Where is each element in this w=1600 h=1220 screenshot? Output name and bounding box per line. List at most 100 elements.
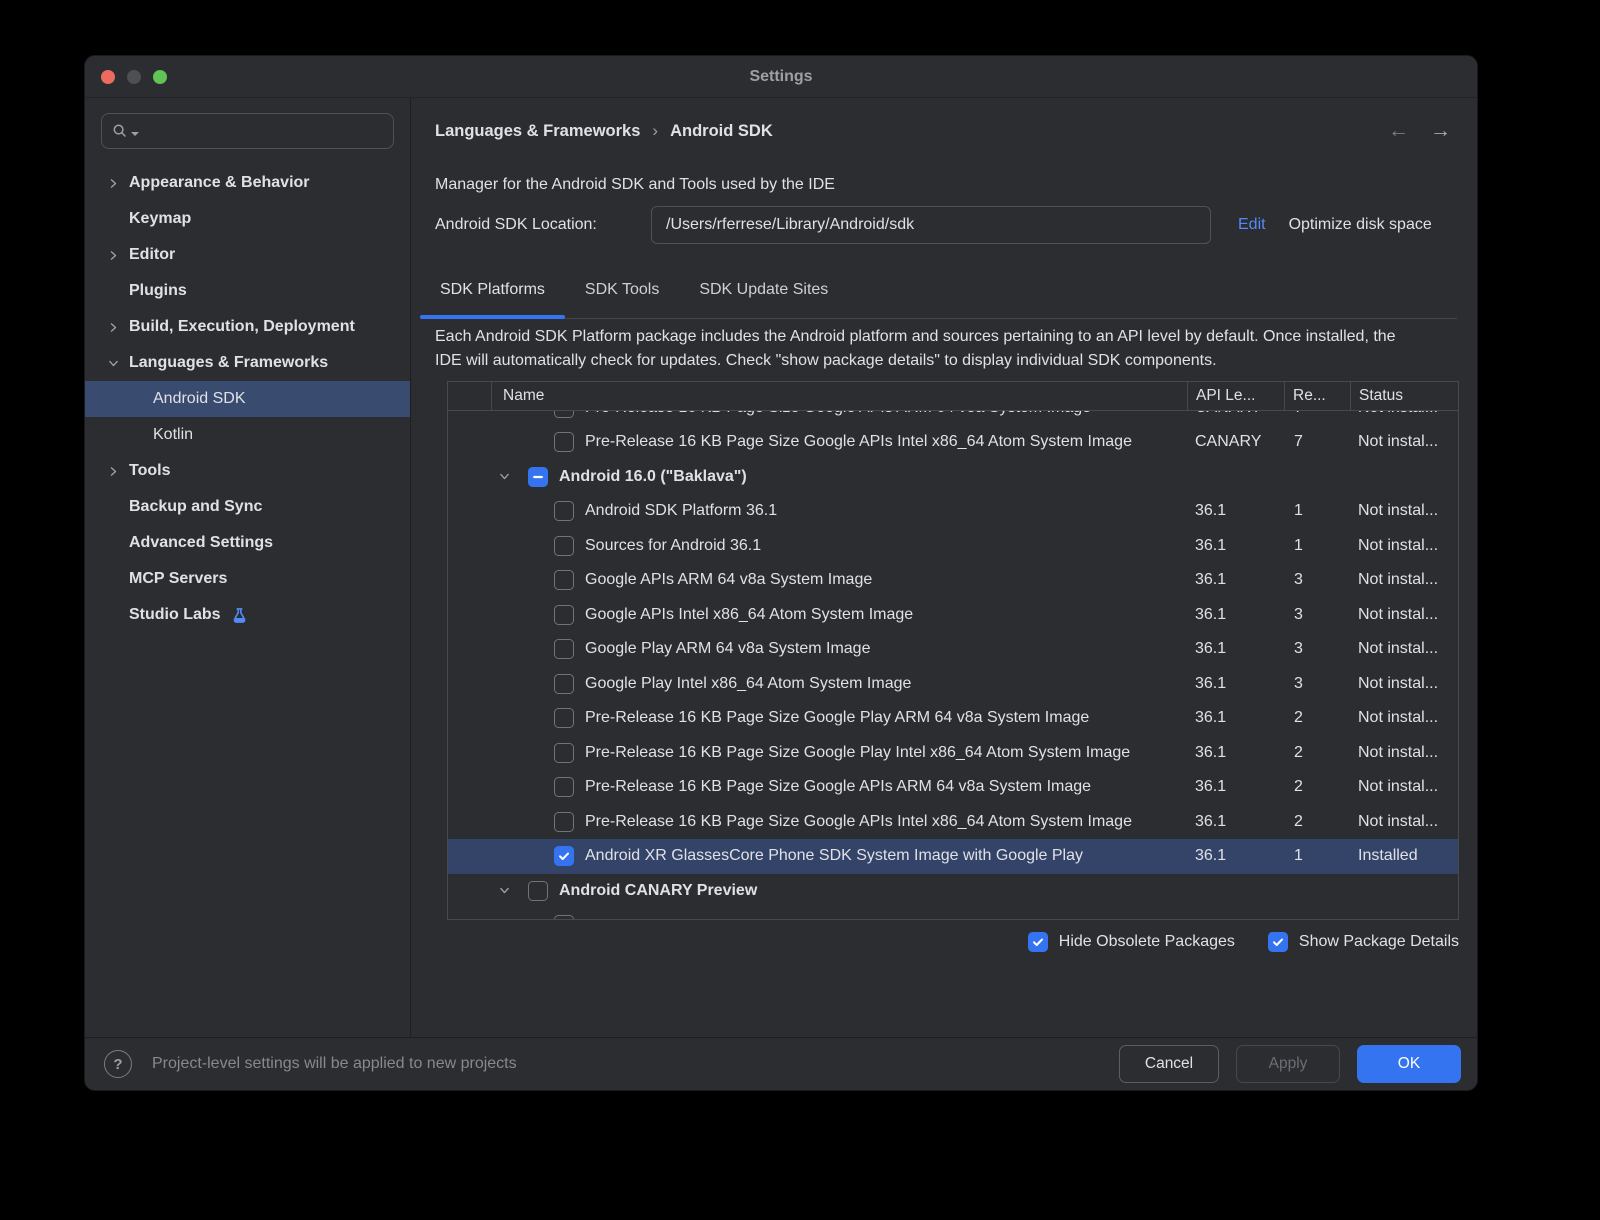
cell-name: Pre-Release 16 KB Page Size Google APIs … (448, 812, 1187, 832)
checkbox-unchecked[interactable] (554, 743, 574, 763)
sidebar-item-label: Plugins (129, 282, 187, 300)
checkbox-unchecked[interactable] (554, 432, 574, 452)
table-row-pre-release-16-kb-page-size-google-apis-intel-x86-64-atom-system-image[interactable]: Pre-Release 16 KB Page Size Google APIs … (448, 805, 1458, 840)
cell-api-level: 36.1 (1187, 502, 1284, 520)
package-name: Sources for Android 36.1 (585, 537, 761, 555)
sidebar-item-tools[interactable]: Tools (85, 453, 410, 489)
sidebar-item-editor[interactable]: Editor (85, 237, 410, 273)
optimize-disk-space-link[interactable]: Optimize disk space (1289, 216, 1432, 234)
cancel-button[interactable]: Cancel (1119, 1045, 1219, 1083)
help-icon[interactable]: ? (104, 1050, 132, 1078)
package-name: Pre-Release 16 KB Page Size Google APIs … (585, 778, 1091, 796)
table-row-google-apis-intel-x86-64-atom-system-image[interactable]: Google APIs Intel x86_64 Atom System Ima… (448, 598, 1458, 633)
sidebar-item-plugins[interactable]: Plugins (85, 273, 410, 309)
settings-tree: Appearance & BehaviorKeymapEditor Plugins… (85, 165, 410, 633)
package-name: Google APIs ARM 64 v8a System Image (585, 571, 872, 589)
cell-revision: 7 (1284, 433, 1350, 451)
checkbox-unchecked[interactable] (554, 570, 574, 590)
table-row-sources-for-android-36-1[interactable]: Sources for Android 36.136.11Not instal.… (448, 529, 1458, 564)
sdk-location-field[interactable]: /Users/rferrese/Library/Android/sdk (651, 206, 1211, 244)
checkbox-unchecked[interactable] (554, 674, 574, 694)
table-row-pre-release-16-kb-page-size-google-play-arm-64-v8a-system-image[interactable]: Pre-Release 16 KB Page Size Google Play … (448, 701, 1458, 736)
sidebar-item-android-sdk[interactable]: Android SDK (85, 381, 410, 417)
table-row-pre-release-16-kb-page-size-google-apis-arm-64-v8a-system-image[interactable]: Pre-Release 16 KB Page Size Google APIs … (448, 411, 1458, 425)
checkbox-checked[interactable] (1268, 932, 1288, 952)
checkbox-checked[interactable] (554, 846, 574, 866)
table-row-pre-release-16-kb-page-size-google-play-intel-x86-64-atom-system-image[interactable]: Pre-Release 16 KB Page Size Google Play … (448, 736, 1458, 771)
breadcrumb-parent[interactable]: Languages & Frameworks (435, 122, 640, 141)
checkbox-indeterminate[interactable] (528, 467, 548, 487)
chevron-down-icon[interactable] (106, 356, 120, 370)
table-row-pre-release-16-kb-page-size-google-apis-arm-64-v8a-system-image[interactable]: Pre-Release 16 KB Page Size Google APIs … (448, 770, 1458, 805)
package-name: Google Play Intel x86_64 Atom System Ima… (585, 675, 911, 693)
checkbox-unchecked[interactable] (554, 605, 574, 625)
sidebar-item-label: Android SDK (153, 390, 246, 408)
search-filter-caret-icon[interactable] (131, 132, 139, 136)
table-row-android-sdk-platform-36-1[interactable]: Android SDK Platform 36.136.11Not instal… (448, 494, 1458, 529)
chevron-down-icon[interactable] (498, 470, 512, 483)
table-row-google-play-intel-x86-64-atom-system-image[interactable]: Google Play Intel x86_64 Atom System Ima… (448, 667, 1458, 702)
checkbox-unchecked[interactable] (554, 708, 574, 728)
edit-link[interactable]: Edit (1238, 216, 1266, 234)
zoom-window-button[interactable] (153, 70, 167, 84)
minimize-window-button[interactable] (127, 70, 141, 84)
sidebar-item-build-execution-deployment[interactable]: Build, Execution, Deployment (85, 309, 410, 345)
cell-name: Pre-Release 16 KB Page Size Google Play … (448, 743, 1187, 763)
table-row-android-16-0-baklava[interactable]: Android 16.0 ("Baklava") (448, 460, 1458, 495)
sidebar-item-keymap[interactable]: Keymap (85, 201, 410, 237)
chevron-spacer (130, 392, 144, 406)
table-row-google-play-arm-64-v8a-system-image[interactable]: Google Play ARM 64 v8a System Image36.13… (448, 632, 1458, 667)
settings-search-input[interactable] (101, 113, 394, 149)
cell-status: Not instal... (1350, 778, 1458, 796)
package-name: Android CANARY Preview (559, 882, 757, 900)
chevron-spacer (130, 428, 144, 442)
chevron-right-icon[interactable] (106, 464, 120, 478)
table-row-pre-release-16-kb-page-size-google-apis-intel-x86-64-atom-system-image[interactable]: Pre-Release 16 KB Page Size Google APIs … (448, 425, 1458, 460)
table-row-android-canary-preview[interactable]: Android CANARY Preview (448, 874, 1458, 909)
back-arrow-icon[interactable]: ← (1388, 119, 1409, 143)
cell-api-level: 36.1 (1187, 571, 1284, 589)
sidebar-item-mcp-servers[interactable]: MCP Servers (85, 561, 410, 597)
sidebar-item-languages-frameworks[interactable]: Languages & Frameworks (85, 345, 410, 381)
sidebar-item-label: Build, Execution, Deployment (129, 318, 355, 336)
column-header-revision[interactable]: Re... (1284, 382, 1350, 410)
chevron-right-icon[interactable] (106, 176, 120, 190)
column-header-name[interactable]: Name (491, 382, 1187, 410)
checkbox-unchecked[interactable] (554, 536, 574, 556)
sidebar-item-backup-and-sync[interactable]: Backup and Sync (85, 489, 410, 525)
option-label: Show Package Details (1299, 933, 1459, 951)
sidebar-item-appearance-behavior[interactable]: Appearance & Behavior (85, 165, 410, 201)
option-show-package-details[interactable]: Show Package Details (1268, 932, 1459, 952)
checkbox-unchecked[interactable] (554, 915, 574, 919)
sidebar-item-advanced-settings[interactable]: Advanced Settings (85, 525, 410, 561)
package-name: Android 16.0 ("Baklava") (559, 468, 747, 486)
checkbox-unchecked[interactable] (554, 411, 574, 418)
checkbox-unchecked[interactable] (554, 812, 574, 832)
tab-sdk-platforms[interactable]: SDK Platforms (420, 262, 565, 318)
ok-button[interactable]: OK (1357, 1045, 1461, 1083)
package-name: Pre-Release 16 KB Page Size Google APIs … (585, 433, 1132, 451)
tab-sdk-update-sites[interactable]: SDK Update Sites (679, 262, 848, 318)
cell-status: Not instal... (1350, 537, 1458, 555)
chevron-right-icon[interactable] (106, 248, 120, 262)
table-row-row[interactable] (448, 908, 1458, 919)
option-hide-obsolete-packages[interactable]: Hide Obsolete Packages (1028, 932, 1235, 952)
table-row-google-apis-arm-64-v8a-system-image[interactable]: Google APIs ARM 64 v8a System Image36.13… (448, 563, 1458, 598)
chevron-down-icon[interactable] (498, 884, 512, 897)
sidebar-item-kotlin[interactable]: Kotlin (85, 417, 410, 453)
sidebar-item-studio-labs[interactable]: Studio Labs (85, 597, 410, 633)
chevron-right-icon[interactable] (106, 320, 120, 334)
checkbox-unchecked[interactable] (554, 639, 574, 659)
forward-arrow-icon[interactable]: → (1430, 119, 1451, 143)
table-row-android-xr-glassescore-phone-sdk-system-image-with-google-play[interactable]: Android XR GlassesCore Phone SDK System … (448, 839, 1458, 874)
checkbox-unchecked[interactable] (528, 881, 548, 901)
close-window-button[interactable] (101, 70, 115, 84)
breadcrumb-current: Android SDK (670, 122, 773, 141)
checkbox-unchecked[interactable] (554, 777, 574, 797)
cell-status: Not instal... (1350, 571, 1458, 589)
tab-sdk-tools[interactable]: SDK Tools (565, 262, 679, 318)
checkbox-unchecked[interactable] (554, 501, 574, 521)
column-header-api-level[interactable]: API Le... (1187, 382, 1284, 410)
checkbox-checked[interactable] (1028, 932, 1048, 952)
column-header-status[interactable]: Status (1350, 382, 1458, 410)
